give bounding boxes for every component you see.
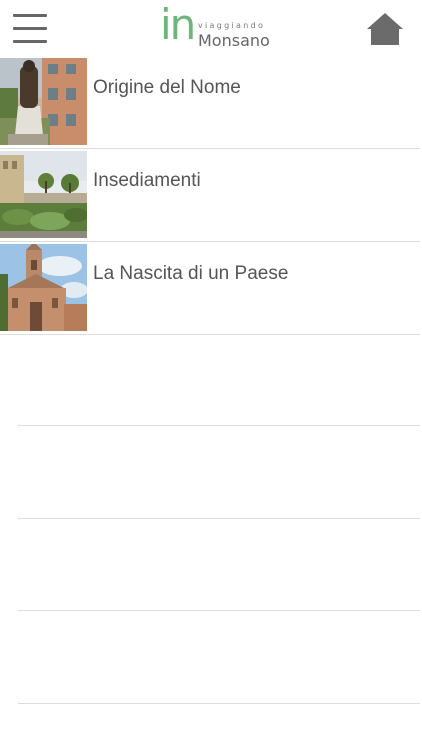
app-header: in viaggiando Monsano xyxy=(0,0,422,58)
logo-prefix: in xyxy=(160,0,196,49)
statue-photo xyxy=(0,58,87,145)
hamburger-menu-icon xyxy=(13,14,47,17)
list-item-label: Insediamenti xyxy=(93,170,201,191)
list-separator xyxy=(18,610,420,611)
church-photo xyxy=(0,244,87,331)
list-item-insediamenti[interactable]: Insediamenti xyxy=(0,149,420,242)
town-walls-photo xyxy=(0,151,87,238)
app-logo: in viaggiando Monsano xyxy=(160,2,270,54)
list-item-la-nascita-di-un-paese[interactable]: La Nascita di un Paese xyxy=(0,242,420,335)
list-item-origine-del-nome[interactable]: Origine del Nome xyxy=(0,56,420,149)
home-icon xyxy=(367,13,403,45)
home-button[interactable] xyxy=(366,12,404,46)
list-separator xyxy=(18,425,420,426)
logo-tagline: viaggiando xyxy=(198,21,266,30)
list-separator xyxy=(18,703,420,704)
list-item-label: Origine del Nome xyxy=(93,77,241,98)
list-item-label: La Nascita di un Paese xyxy=(93,263,289,284)
topic-list: Origine del Nome Insediamenti La Nascita… xyxy=(0,56,422,335)
list-separator xyxy=(18,518,420,519)
logo-name: Monsano xyxy=(198,31,270,50)
menu-button[interactable] xyxy=(13,13,49,45)
